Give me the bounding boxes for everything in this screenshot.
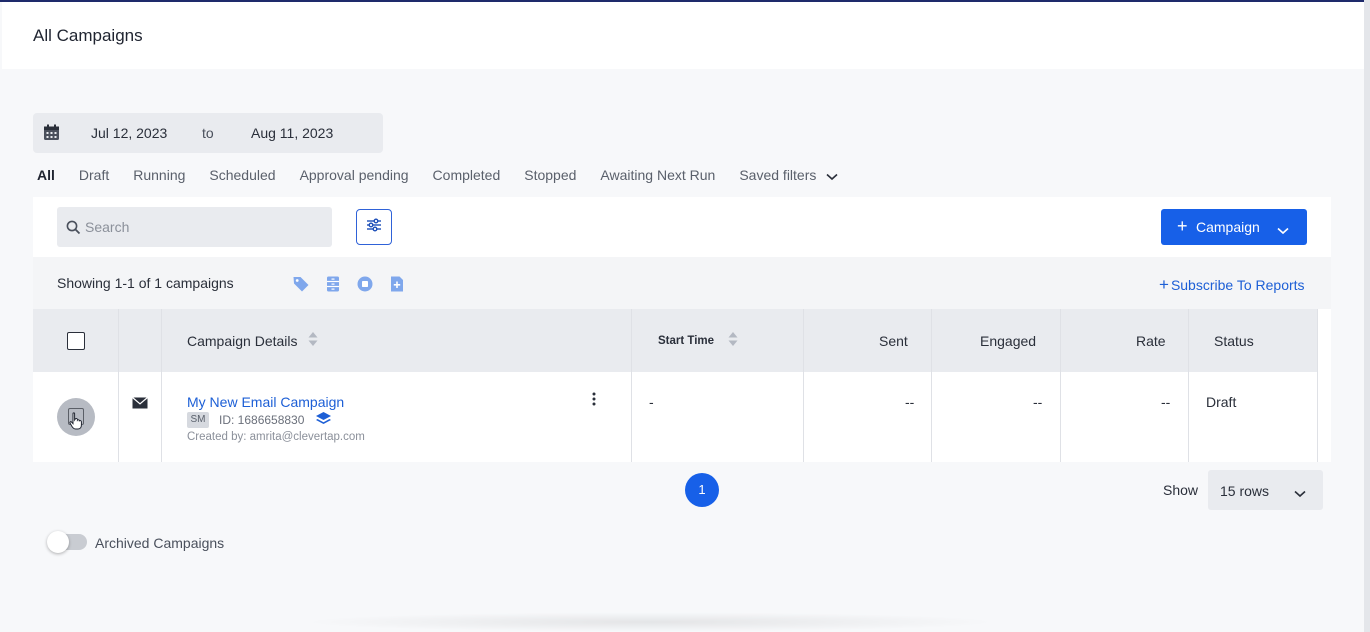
- row-engaged: --: [1033, 394, 1043, 410]
- date-separator: to: [202, 125, 214, 141]
- header-engaged: Engaged: [980, 332, 1037, 349]
- page-1-button[interactable]: 1: [685, 473, 719, 507]
- campaign-type-badge: SM: [187, 412, 209, 428]
- add-campaign-label: Campaign: [1196, 219, 1260, 235]
- rows-per-page-select[interactable]: 15 rows: [1208, 470, 1323, 510]
- search-input[interactable]: [85, 207, 325, 247]
- calendar-icon: [43, 124, 60, 144]
- plus-icon: +: [1159, 275, 1169, 294]
- search-icon: [66, 220, 81, 240]
- panel-toolbar: + Campaign: [33, 197, 1331, 257]
- header-campaign-details[interactable]: Campaign Details: [187, 309, 318, 372]
- add-document-icon[interactable]: [388, 275, 406, 293]
- date-range-picker[interactable]: Jul 12, 2023 to Aug 11, 2023: [33, 113, 383, 153]
- filter-button[interactable]: [356, 209, 392, 245]
- end-date[interactable]: Aug 11, 2023: [251, 125, 333, 141]
- tab-scheduled[interactable]: Scheduled: [209, 167, 275, 184]
- page-title: All Campaigns: [33, 26, 143, 45]
- tab-stopped[interactable]: Stopped: [524, 167, 576, 184]
- subscribe-label: Subscribe To Reports: [1170, 277, 1305, 293]
- tab-approval-pending[interactable]: Approval pending: [300, 167, 409, 184]
- column-divider: [631, 309, 632, 462]
- row-start-time: -: [649, 394, 654, 410]
- column-divider: [161, 309, 162, 462]
- header-rate: Rate: [1136, 332, 1166, 349]
- column-divider: [1060, 309, 1061, 462]
- archive-icon[interactable]: [324, 275, 342, 293]
- sort-icon[interactable]: [308, 331, 318, 350]
- select-all-cell: [67, 309, 85, 372]
- header-start-time-label: Start Time: [658, 334, 715, 347]
- more-options-icon[interactable]: [592, 392, 596, 411]
- header-status: Status: [1214, 332, 1254, 349]
- column-divider: [1317, 309, 1318, 462]
- saved-filters-label: Saved filters: [739, 167, 817, 183]
- email-icon: [132, 396, 148, 414]
- chevron-down-icon: [1294, 485, 1306, 501]
- row-status: Draft: [1206, 394, 1237, 410]
- sliders-icon: [366, 218, 382, 237]
- archived-campaigns-label: Archived Campaigns: [95, 535, 225, 551]
- layers-icon[interactable]: [315, 411, 332, 432]
- results-info-bar: Showing 1-1 of 1 campaigns + Subscribe To…: [33, 257, 1331, 309]
- header-sent: Sent: [879, 332, 908, 349]
- select-all-checkbox[interactable]: [67, 331, 85, 350]
- search-box[interactable]: [57, 207, 332, 247]
- tab-all[interactable]: All: [37, 167, 55, 184]
- rows-per-page-label: Show: [1163, 482, 1199, 498]
- table-row[interactable]: My New Email Campaign SM ID: 1686658830 …: [33, 372, 1318, 462]
- bottom-shadow: [300, 612, 1000, 632]
- bulk-actions: [292, 275, 406, 293]
- column-divider: [1188, 309, 1189, 462]
- campaign-name-link[interactable]: My New Email Campaign: [187, 394, 344, 410]
- chevron-down-icon: [826, 168, 838, 184]
- archived-campaigns-toggle[interactable]: [47, 531, 87, 553]
- campaigns-panel: + Campaign Showing 1-1 of 1 campaigns +S…: [33, 197, 1331, 462]
- stop-icon[interactable]: [356, 275, 374, 293]
- tag-icon[interactable]: [292, 275, 310, 293]
- window-right-edge: [1364, 0, 1370, 632]
- tab-draft[interactable]: Draft: [79, 167, 109, 184]
- header-start-time[interactable]: Start Time: [658, 309, 738, 372]
- campaign-creator: Created by: amrita@clevertap.com: [187, 431, 365, 443]
- tab-running[interactable]: Running: [133, 167, 185, 184]
- row-sent: --: [905, 394, 915, 410]
- chevron-down-icon[interactable]: [1277, 222, 1289, 238]
- add-campaign-button[interactable]: + Campaign: [1161, 209, 1307, 245]
- column-divider: [931, 309, 932, 462]
- tab-completed[interactable]: Completed: [433, 167, 501, 184]
- toggle-knob: [47, 531, 69, 553]
- plus-icon: +: [1177, 216, 1188, 236]
- subscribe-to-reports-link[interactable]: + Subscribe To Reports: [1159, 275, 1305, 295]
- tab-awaiting-next-run[interactable]: Awaiting Next Run: [600, 167, 715, 184]
- hand-cursor-icon: [69, 412, 83, 435]
- header-campaign-details-label: Campaign Details: [187, 332, 298, 349]
- tab-saved-filters[interactable]: Saved filters: [739, 167, 838, 184]
- table-header: Campaign Details Start Time Sent Engaged…: [33, 309, 1318, 372]
- campaign-id: ID: 1686658830: [219, 413, 305, 427]
- column-divider: [118, 309, 119, 462]
- rows-per-page-value: 15 rows: [1220, 483, 1270, 499]
- start-date[interactable]: Jul 12, 2023: [91, 125, 167, 141]
- column-divider: [803, 309, 804, 462]
- row-select-checkbox[interactable]: [57, 398, 95, 436]
- row-rate: --: [1161, 394, 1171, 410]
- results-count: Showing 1-1 of 1 campaigns: [57, 275, 234, 291]
- sort-icon[interactable]: [728, 331, 738, 350]
- status-tabs: All Draft Running Scheduled Approval pen…: [37, 167, 862, 184]
- page-header: All Campaigns: [2, 2, 1364, 69]
